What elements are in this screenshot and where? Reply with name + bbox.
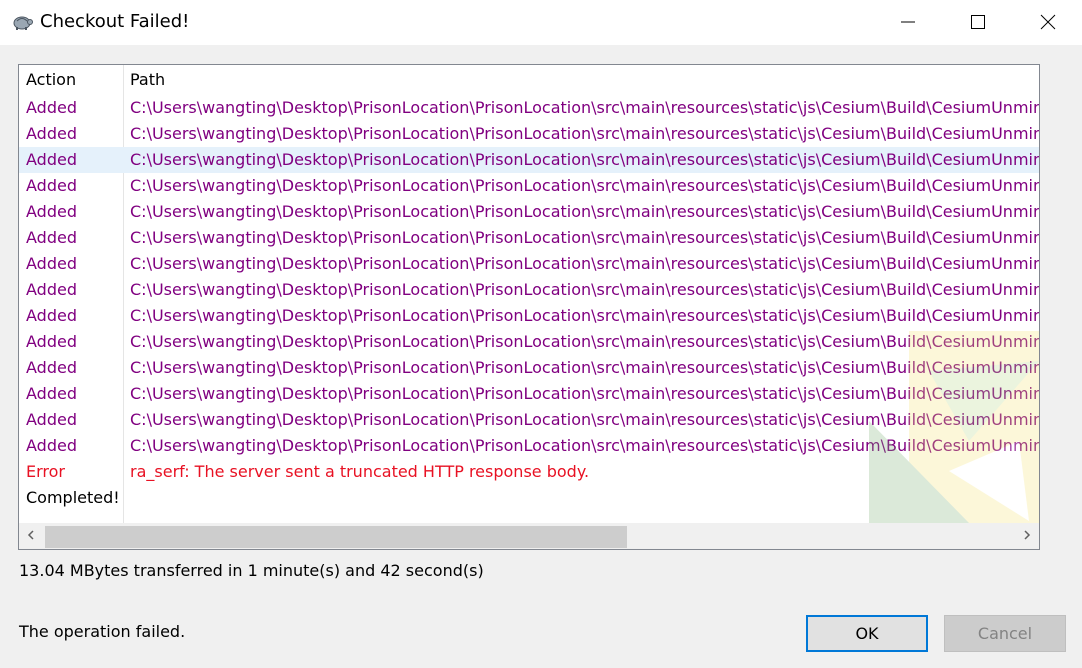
chevron-left-icon (27, 530, 34, 540)
horizontal-scroll-thumb[interactable] (45, 526, 627, 548)
close-icon (1040, 14, 1056, 30)
list-header: Action Path (19, 65, 1039, 95)
list-row[interactable]: Added C:\Users\wangting\Desktop\PrisonLoc… (19, 303, 1040, 329)
row-path: C:\Users\wangting\Desktop\PrisonLocation… (130, 254, 1040, 273)
list-row[interactable]: Added C:\Users\wangting\Desktop\PrisonLoc… (19, 199, 1040, 225)
row-action: Added (26, 358, 77, 377)
cancel-button[interactable]: Cancel (944, 615, 1066, 652)
chevron-right-icon (1024, 530, 1031, 540)
column-header-path[interactable]: Path (130, 70, 165, 90)
row-action: Added (26, 124, 77, 143)
list-row[interactable]: Added C:\Users\wangting\Desktop\PrisonLoc… (19, 225, 1040, 251)
row-path: C:\Users\wangting\Desktop\PrisonLocation… (130, 98, 1040, 117)
minimize-icon (901, 21, 915, 23)
transfer-info: 13.04 MBytes transferred in 1 minute(s) … (19, 561, 484, 580)
row-action: Added (26, 280, 77, 299)
row-action: Added (26, 254, 77, 273)
row-path: C:\Users\wangting\Desktop\PrisonLocation… (130, 306, 1040, 325)
maximize-button[interactable] (943, 0, 1013, 45)
row-path: C:\Users\wangting\Desktop\PrisonLocation… (130, 228, 1040, 247)
status-message: The operation failed. (19, 622, 186, 641)
row-path: C:\Users\wangting\Desktop\PrisonLocation… (130, 124, 1040, 143)
list-row[interactable]: Added C:\Users\wangting\Desktop\PrisonLoc… (19, 277, 1040, 303)
window-title: Checkout Failed! (40, 11, 190, 32)
minimize-button[interactable] (873, 0, 943, 45)
row-action: Added (26, 98, 77, 117)
row-path: C:\Users\wangting\Desktop\PrisonLocation… (130, 150, 1040, 169)
row-path: ra_serf: The server sent a truncated HTT… (130, 462, 590, 481)
scroll-right-button[interactable] (1015, 523, 1039, 549)
row-action: Added (26, 228, 77, 247)
watermark-graphic (869, 331, 1039, 523)
list-row[interactable]: Added C:\Users\wangting\Desktop\PrisonLoc… (19, 251, 1040, 277)
row-path: C:\Users\wangting\Desktop\PrisonLocation… (130, 202, 1040, 221)
tortoise-icon (10, 11, 34, 33)
list-row[interactable]: Added C:\Users\wangting\Desktop\PrisonLoc… (19, 95, 1040, 121)
row-action: Added (26, 176, 77, 195)
row-action: Error (26, 462, 65, 481)
list-row[interactable]: Added C:\Users\wangting\Desktop\PrisonLoc… (19, 121, 1040, 147)
row-action: Added (26, 202, 77, 221)
action-list[interactable]: Action Path Added C:\Users\wangting\Deskt… (18, 64, 1040, 550)
row-action: Added (26, 384, 77, 403)
row-action: Added (26, 306, 77, 325)
column-header-action[interactable]: Action (26, 70, 76, 90)
row-action: Added (26, 410, 77, 429)
row-path: C:\Users\wangting\Desktop\PrisonLocation… (130, 176, 1040, 195)
close-button[interactable] (1013, 0, 1082, 45)
maximize-icon (971, 15, 985, 29)
scroll-left-button[interactable] (19, 523, 45, 549)
list-row[interactable]: Added C:\Users\wangting\Desktop\PrisonLoc… (19, 173, 1040, 199)
ok-button[interactable]: OK (806, 615, 928, 652)
row-action: Added (26, 332, 77, 351)
list-row[interactable]: Added C:\Users\wangting\Desktop\PrisonLoc… (19, 147, 1040, 173)
row-path: C:\Users\wangting\Desktop\PrisonLocation… (130, 280, 1040, 299)
title-bar: Checkout Failed! (0, 0, 1082, 45)
row-action: Added (26, 436, 77, 455)
row-action: Added (26, 150, 77, 169)
row-action: Completed! (26, 488, 120, 507)
horizontal-scrollbar[interactable] (19, 523, 1039, 549)
